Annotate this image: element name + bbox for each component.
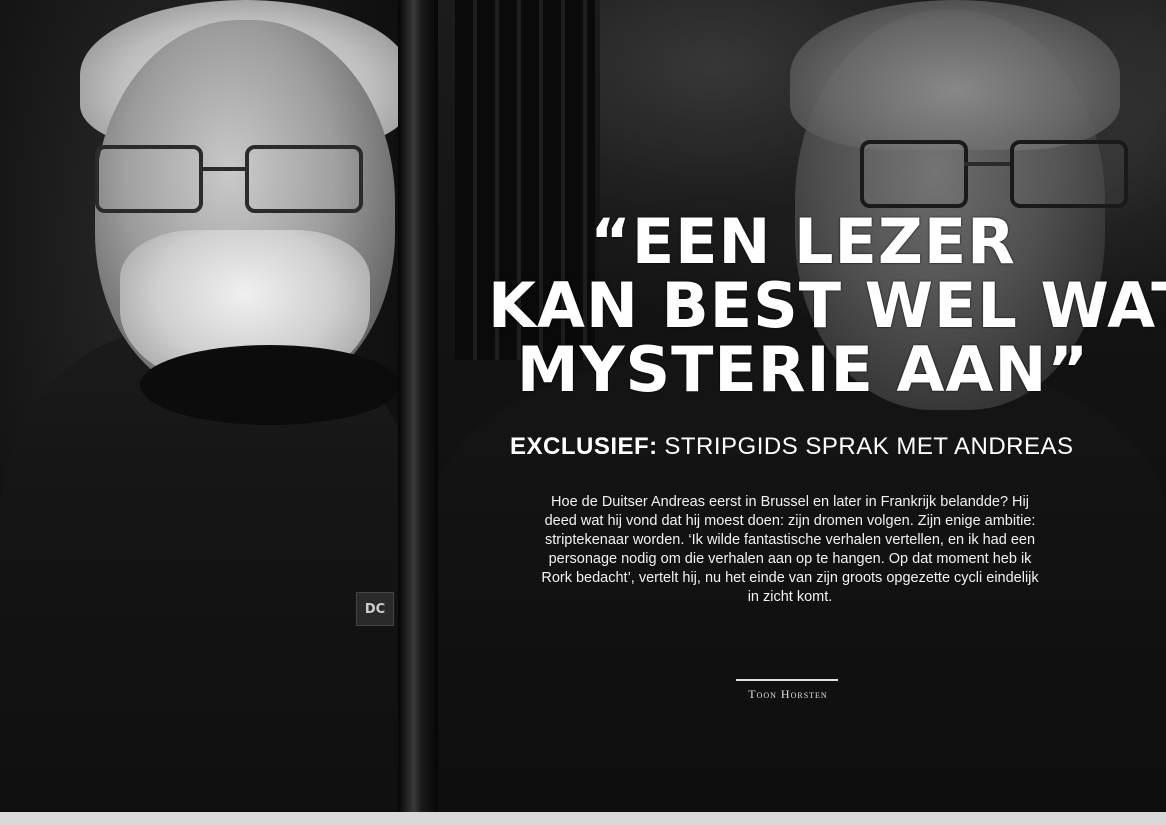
subheading-text: STRIPGIDS SPRAK MET ANDREAS	[664, 433, 1074, 460]
sweater-logo-badge: DC	[356, 592, 394, 626]
headline-line-1: “EEN LEZER	[590, 205, 1016, 278]
portrait-glasses-bridge	[199, 167, 245, 171]
reflection-lens-right	[1010, 140, 1128, 208]
subheading: EXCLUSIEF: STRIPGIDS SPRAK MET ANDREAS	[510, 432, 1110, 462]
intro-paragraph: Hoe de Duitser Andreas eerst in Brussel …	[541, 494, 1039, 605]
reflection-glasses	[860, 140, 1130, 210]
portrait-glasses	[95, 145, 365, 215]
headline-quote: “EEN LEZER KAN BEST WEL WAT MYSTERIE AAN…	[488, 205, 1166, 406]
reflection-hair	[790, 0, 1120, 150]
portrait-lens-left	[95, 145, 203, 213]
byline-divider	[736, 679, 838, 681]
reflection-lens-left	[860, 140, 968, 208]
page-gutter	[398, 0, 438, 812]
headline-line-2: KAN BEST WEL WAT	[488, 269, 1166, 342]
portrait-sweater-collar	[140, 345, 400, 425]
byline-author: Toon Horsten	[748, 687, 828, 701]
magazine-spread: DC “EEN LEZER KAN BEST WEL WAT MYSTERIE …	[0, 0, 1166, 812]
portrait-lens-right	[245, 145, 363, 213]
headline-line-3: MYSTERIE AAN”	[516, 333, 1090, 406]
reflection-glasses-bridge	[964, 162, 1010, 166]
subheading-kicker: EXCLUSIEF:	[510, 433, 658, 460]
